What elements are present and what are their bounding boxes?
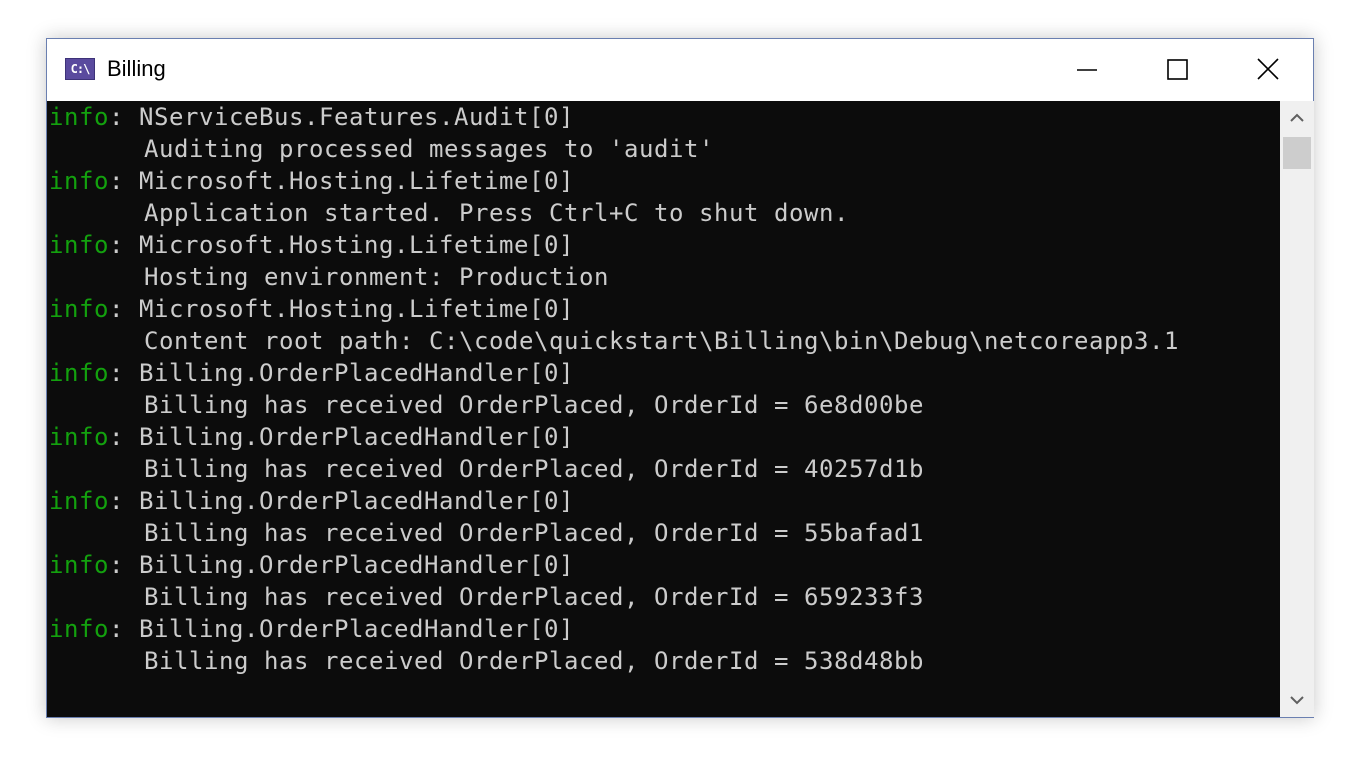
log-message: Hosting environment: Production xyxy=(144,263,609,291)
log-category: Billing.OrderPlacedHandler[0] xyxy=(139,359,574,387)
log-message: Content root path: C:\code\quickstart\Bi… xyxy=(144,327,1179,355)
log-level: info xyxy=(49,359,109,387)
log-entry-header: info: Billing.OrderPlacedHandler[0] xyxy=(49,487,574,515)
log-category: Microsoft.Hosting.Lifetime[0] xyxy=(139,167,574,195)
log-category: Microsoft.Hosting.Lifetime[0] xyxy=(139,231,574,259)
console-window: C:\ Billing info: NServiceBus.Features.A… xyxy=(46,38,1314,718)
scrollbar-thumb[interactable] xyxy=(1283,137,1311,169)
log-entry-header: info: Billing.OrderPlacedHandler[0] xyxy=(49,423,574,451)
console-lines: info: NServiceBus.Features.Audit[0] Audit… xyxy=(47,101,1280,677)
log-entry-header: info: Microsoft.Hosting.Lifetime[0] xyxy=(49,231,574,259)
log-level: info xyxy=(49,103,109,131)
chevron-down-icon xyxy=(1290,696,1304,705)
console-output[interactable]: info: NServiceBus.Features.Audit[0] Audit… xyxy=(47,101,1280,717)
log-level: info xyxy=(49,551,109,579)
minimize-icon xyxy=(1077,69,1097,71)
log-message: Billing has received OrderPlaced, OrderI… xyxy=(144,647,924,675)
log-message: Billing has received OrderPlaced, OrderI… xyxy=(144,583,924,611)
log-entry-header: info: Billing.OrderPlacedHandler[0] xyxy=(49,359,574,387)
window-title: Billing xyxy=(107,56,166,81)
log-entry-header: info: Microsoft.Hosting.Lifetime[0] xyxy=(49,295,574,323)
close-button[interactable] xyxy=(1221,39,1313,101)
log-category: Billing.OrderPlacedHandler[0] xyxy=(139,551,574,579)
log-message: Billing has received OrderPlaced, OrderI… xyxy=(144,455,924,483)
log-level: info xyxy=(49,487,109,515)
log-level: info xyxy=(49,167,109,195)
close-icon xyxy=(1257,58,1279,80)
maximize-icon xyxy=(1167,59,1188,80)
log-category: Billing.OrderPlacedHandler[0] xyxy=(139,487,574,515)
log-level: info xyxy=(49,295,109,323)
minimize-button[interactable] xyxy=(1041,39,1133,101)
log-category: NServiceBus.Features.Audit[0] xyxy=(139,103,574,131)
log-message: Auditing processed messages to 'audit' xyxy=(144,135,714,163)
log-message: Billing has received OrderPlaced, OrderI… xyxy=(144,391,924,419)
log-entry-header: info: Billing.OrderPlacedHandler[0] xyxy=(49,615,574,643)
scroll-up-button[interactable] xyxy=(1280,101,1314,135)
log-entry-header: info: NServiceBus.Features.Audit[0] xyxy=(49,103,574,131)
log-category: Billing.OrderPlacedHandler[0] xyxy=(139,423,574,451)
title-bar[interactable]: C:\ Billing xyxy=(47,39,1313,101)
console-app-icon[interactable]: C:\ xyxy=(65,58,95,80)
scroll-down-button[interactable] xyxy=(1280,683,1314,717)
log-level: info xyxy=(49,231,109,259)
log-message: Application started. Press Ctrl+C to shu… xyxy=(144,199,849,227)
log-message: Billing has received OrderPlaced, OrderI… xyxy=(144,519,924,547)
log-category: Billing.OrderPlacedHandler[0] xyxy=(139,615,574,643)
log-category: Microsoft.Hosting.Lifetime[0] xyxy=(139,295,574,323)
log-level: info xyxy=(49,423,109,451)
maximize-button[interactable] xyxy=(1131,39,1223,101)
chevron-up-icon xyxy=(1290,113,1304,122)
vertical-scrollbar[interactable] xyxy=(1280,101,1314,717)
log-level: info xyxy=(49,615,109,643)
log-entry-header: info: Billing.OrderPlacedHandler[0] xyxy=(49,551,574,579)
log-entry-header: info: Microsoft.Hosting.Lifetime[0] xyxy=(49,167,574,195)
